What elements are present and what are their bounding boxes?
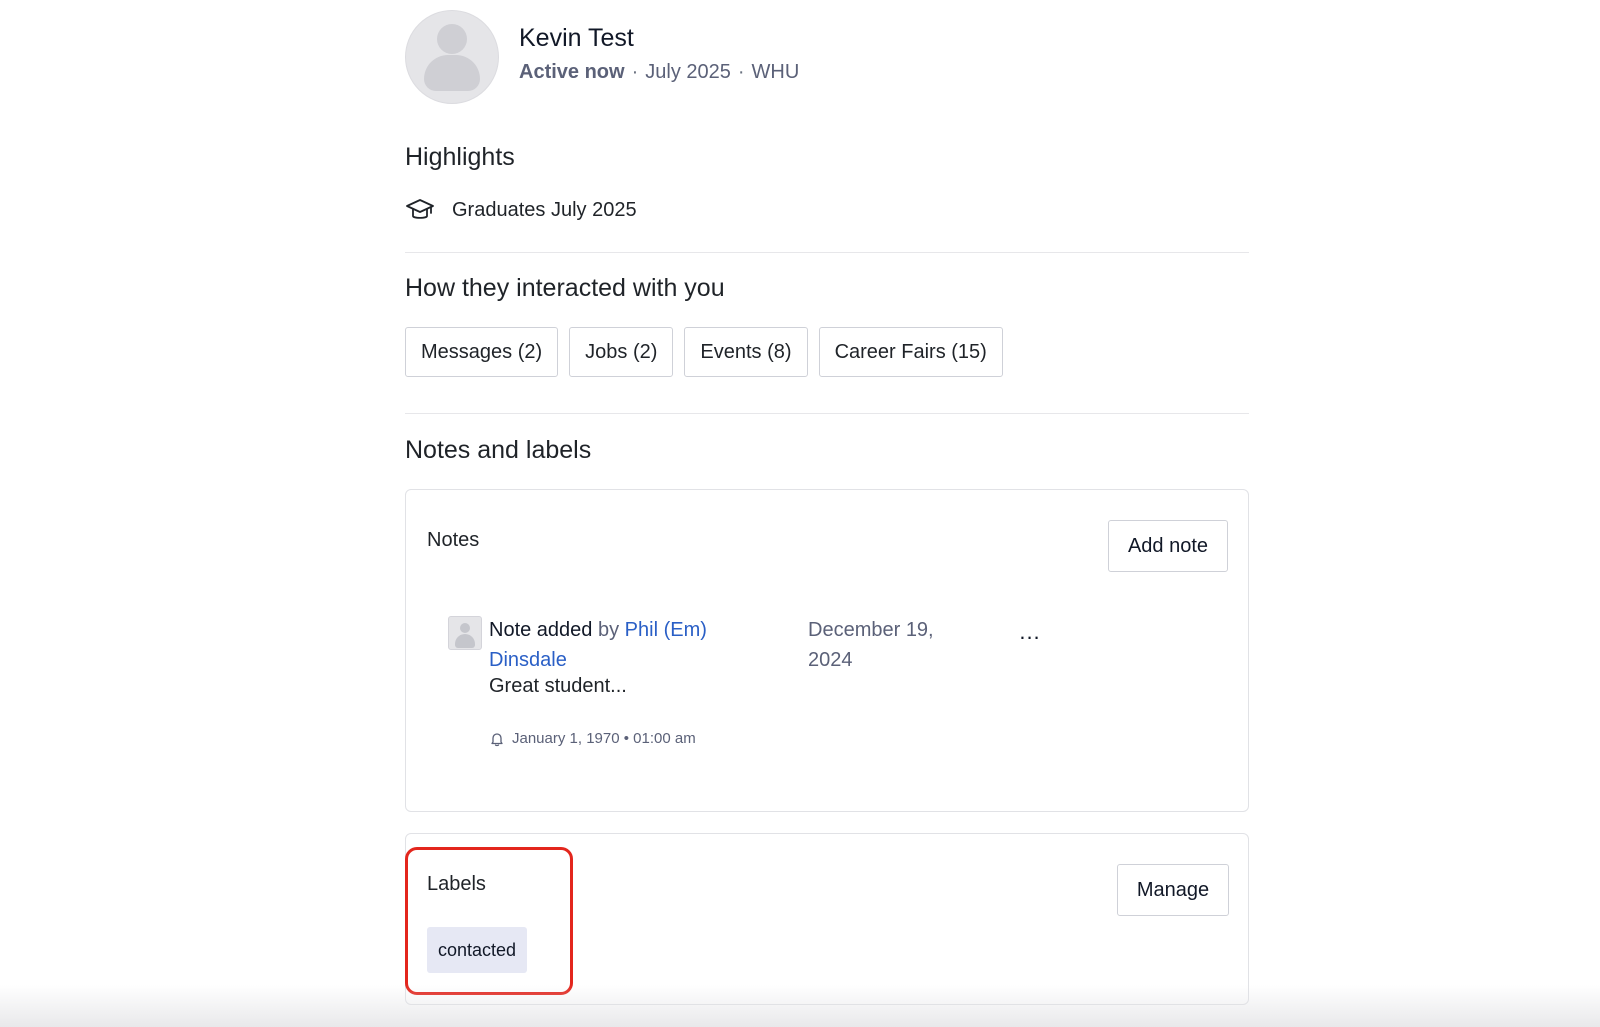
avatar	[405, 10, 499, 104]
student-profile-panel: Kevin Test Active now · July 2025 · WHU High…	[405, 0, 1249, 1027]
jobs-chip[interactable]: Jobs (2)	[569, 327, 674, 377]
notes-title: Notes	[427, 529, 480, 551]
note-reminder: January 1, 1970 • 01:00 am	[489, 730, 696, 747]
note-body: Great student...	[489, 675, 627, 697]
profile-header: Kevin Test Active now · July 2025 · WHU	[405, 10, 1249, 104]
note-header: Note added by Phil (Em) Dinsdale	[489, 615, 759, 675]
bell-icon	[491, 732, 503, 746]
notes-card: Notes Add note Note added by Phil (Em) D…	[405, 489, 1249, 812]
highlights-heading: Highlights	[405, 143, 515, 171]
note-more-menu[interactable]: ...	[1016, 618, 1044, 646]
bottom-shadow	[0, 985, 1600, 1027]
school-name: WHU	[751, 61, 800, 83]
manage-labels-button[interactable]: Manage	[1117, 864, 1229, 916]
meta-separator: ·	[737, 61, 745, 83]
divider	[405, 252, 1249, 253]
highlight-item: Graduates July 2025	[405, 195, 637, 225]
note-date: December 19, 2024	[808, 619, 934, 671]
interaction-chips: Messages (2) Jobs (2) Events (8) Career …	[405, 327, 1003, 377]
labels-title: Labels	[427, 873, 486, 895]
messages-chip[interactable]: Messages (2)	[405, 327, 559, 377]
highlight-text: Graduates July 2025	[452, 198, 637, 221]
profile-name: Kevin Test	[519, 24, 634, 52]
labels-card: Labels Manage contacted	[405, 833, 1249, 1005]
graduation-cap-icon	[406, 199, 434, 219]
add-note-button[interactable]: Add note	[1108, 520, 1228, 572]
meta-separator: ·	[631, 61, 639, 83]
note-action: Note added	[489, 619, 593, 641]
notes-labels-heading: Notes and labels	[405, 436, 592, 464]
profile-meta: Active now · July 2025 · WHU	[519, 61, 799, 84]
note-author-avatar	[448, 616, 482, 650]
interactions-heading: How they interacted with you	[405, 274, 725, 302]
reminder-text: January 1, 1970 • 01:00 am	[512, 730, 696, 747]
activity-status: Active now	[519, 61, 625, 83]
divider	[405, 413, 1249, 414]
note-by: by	[597, 619, 620, 641]
career-fairs-chip[interactable]: Career Fairs (15)	[818, 327, 1003, 377]
events-chip[interactable]: Events (8)	[684, 327, 808, 377]
label-tag-contacted[interactable]: contacted	[427, 927, 528, 973]
graduation-date: July 2025	[645, 61, 731, 83]
